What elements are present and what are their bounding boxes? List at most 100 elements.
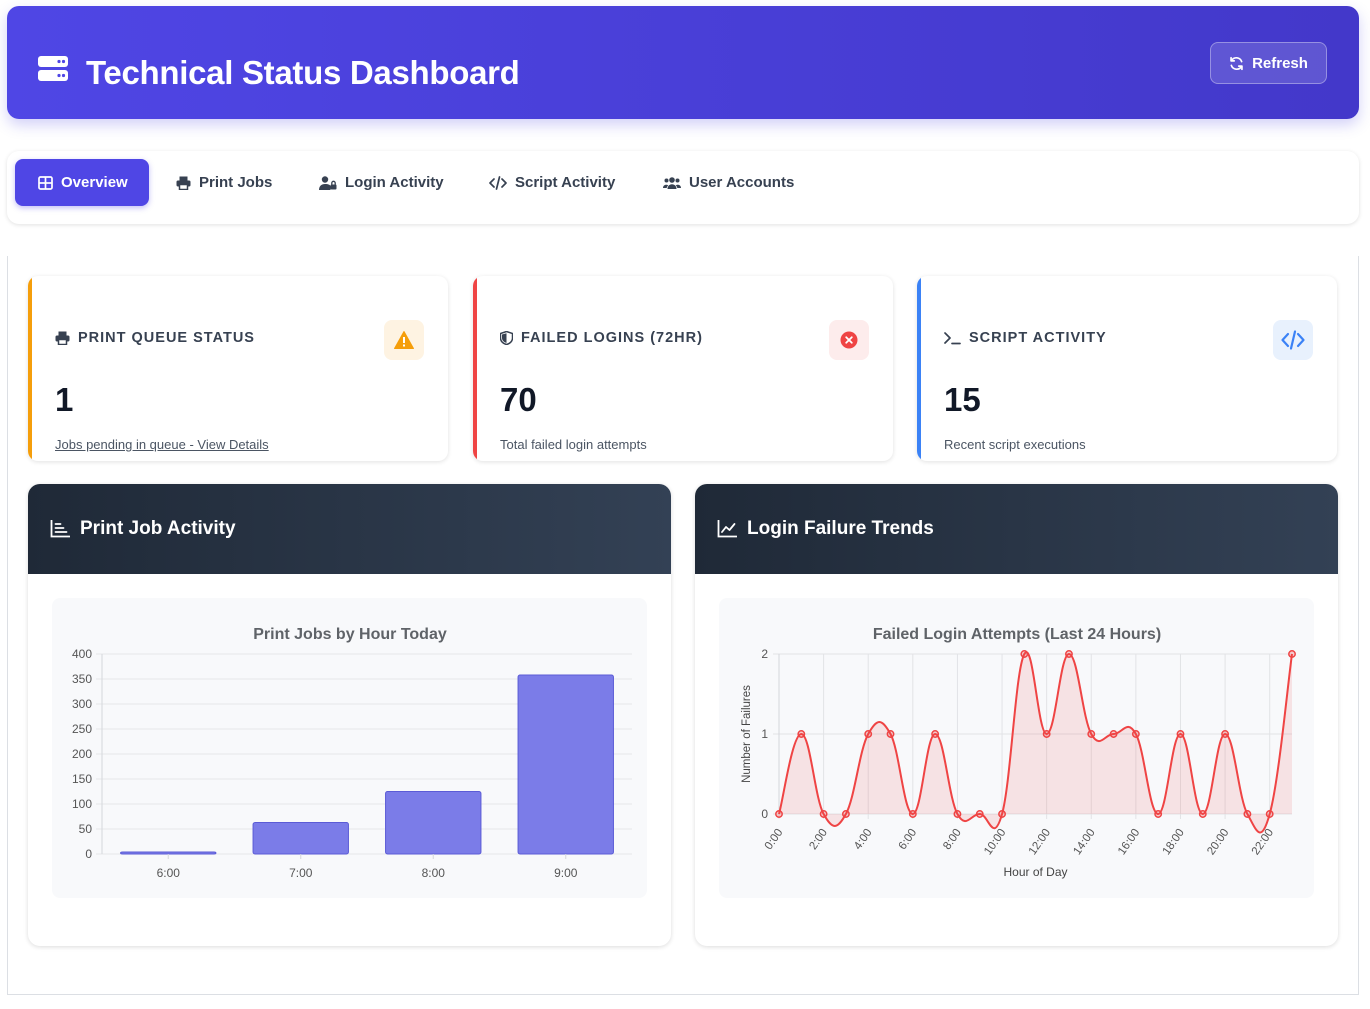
data-point: [1087, 730, 1096, 738]
warning-icon: [394, 331, 414, 349]
grid-icon: [38, 175, 53, 190]
x-tick-label: 20:00: [1205, 827, 1231, 857]
terminal-icon: [944, 332, 961, 345]
tab-label: Login Activity: [345, 174, 444, 191]
error-badge: [829, 320, 869, 360]
data-point: [1065, 650, 1073, 658]
x-tick-label: 8:00: [422, 866, 446, 880]
bar: [517, 674, 614, 855]
shield-icon: [500, 331, 513, 345]
y-tick-label: 350: [72, 672, 92, 686]
refresh-button[interactable]: Refresh: [1210, 42, 1327, 84]
tab-bar: Overview Print Jobs Login Activity Scrip…: [7, 151, 1359, 224]
refresh-icon: [1230, 56, 1243, 70]
data-point: [998, 810, 1006, 818]
refresh-label: Refresh: [1252, 54, 1308, 72]
bar: [385, 791, 482, 855]
line-chart-icon: [717, 520, 737, 538]
x-tick-label: 7:00: [289, 866, 313, 880]
code-icon: [1281, 330, 1305, 350]
print-queue-card: PRINT QUEUE STATUS 1 Jobs pending in que…: [28, 276, 448, 461]
accent-bar: [473, 276, 477, 461]
data-point: [1221, 730, 1230, 738]
panel-title: Login Failure Trends: [747, 518, 934, 539]
y-tick-label: 400: [72, 647, 92, 661]
series-area: [779, 652, 1292, 833]
data-point: [1154, 810, 1163, 818]
stat-description: Recent script executions: [944, 437, 1086, 452]
print-job-activity-panel: Print Job Activity Print Jobs by Hour To…: [28, 484, 671, 946]
y-tick-label: 200: [72, 747, 92, 761]
data-point: [1243, 810, 1252, 818]
stat-value: 15: [944, 381, 981, 418]
data-point: [1020, 650, 1029, 658]
tab-print-jobs[interactable]: Print Jobs: [176, 159, 272, 206]
view-details-link[interactable]: Jobs pending in queue - View Details: [55, 437, 269, 452]
card-title: SCRIPT ACTIVITY: [944, 330, 1107, 346]
y-tick-label: 1: [761, 727, 768, 741]
printer-icon: [55, 331, 70, 345]
failed-logins-line-chart: Failed Login Attempts (Last 24 Hours)012…: [741, 626, 1296, 879]
print-jobs-bar-chart: Print Jobs by Hour Today 0 50 100 150 200 250 3…: [72, 626, 632, 880]
y-tick-label: 100: [72, 797, 92, 811]
dashboard-header: Technical Status Dashboard Refresh: [7, 6, 1359, 119]
x-tick-label: 4:00: [852, 827, 875, 852]
error-circle-icon: [840, 331, 858, 349]
data-point: [1042, 730, 1051, 738]
stat-description: Total failed login attempts: [500, 437, 647, 452]
x-tick-label: 10:00: [982, 827, 1008, 857]
data-point: [819, 810, 828, 818]
x-tick-label: 16:00: [1116, 827, 1142, 857]
data-point: [953, 810, 962, 818]
page-title: Technical Status Dashboard: [86, 54, 520, 91]
data-point: [931, 730, 940, 738]
accent-bar: [917, 276, 921, 461]
panel-header: Login Failure Trends: [695, 484, 1338, 574]
x-tick-label: 2:00: [807, 827, 830, 852]
failed-logins-card: FAILED LOGINS (72HR) 70 Total failed log…: [473, 276, 893, 461]
tab-label: User Accounts: [689, 174, 795, 191]
tab-label: Overview: [61, 174, 128, 191]
bar: [252, 822, 349, 855]
data-point: [1288, 650, 1296, 658]
x-tick-label: 9:00: [554, 866, 578, 880]
tab-login-activity[interactable]: Login Activity: [319, 159, 444, 206]
script-activity-card: SCRIPT ACTIVITY 15 Recent script executi…: [917, 276, 1337, 461]
x-tick-label: 12:00: [1027, 827, 1053, 857]
card-title: FAILED LOGINS (72HR): [500, 330, 703, 346]
tab-overview[interactable]: Overview: [15, 159, 149, 206]
stat-value: 70: [500, 381, 537, 418]
card-title-text: FAILED LOGINS (72HR): [521, 330, 703, 346]
chart-container: Failed Login Attempts (Last 24 Hours) 0 1 2…: [719, 598, 1314, 898]
y-tick-label: 0: [761, 807, 768, 821]
bar: [120, 851, 217, 855]
x-tick-label: 0:00: [763, 827, 786, 852]
y-axis-title: Number of Failures: [741, 685, 753, 783]
x-tick-label: 6:00: [157, 866, 181, 880]
card-title-text: PRINT QUEUE STATUS: [78, 330, 255, 346]
code-icon: [489, 175, 507, 190]
data-point: [775, 810, 783, 818]
data-point: [1109, 730, 1118, 738]
data-point: [864, 730, 873, 738]
tab-label: Script Activity: [515, 174, 616, 191]
x-tick-label: 8:00: [941, 827, 964, 852]
tab-label: Print Jobs: [199, 174, 273, 191]
y-tick-label: 50: [79, 822, 93, 836]
printer-icon: [176, 176, 191, 190]
data-point: [1198, 810, 1207, 818]
data-point: [908, 810, 917, 818]
data-point: [975, 810, 984, 818]
data-point: [1176, 730, 1185, 738]
data-point: [886, 730, 895, 738]
x-tick-label: 6:00: [897, 827, 920, 852]
code-badge: [1273, 320, 1313, 360]
overview-panel: PRINT QUEUE STATUS 1 Jobs pending in que…: [7, 256, 1359, 995]
warning-badge: [384, 320, 424, 360]
card-title: PRINT QUEUE STATUS: [55, 330, 255, 346]
stat-value: 1: [55, 381, 74, 418]
chart-title: Failed Login Attempts (Last 24 Hours): [873, 626, 1161, 643]
tab-script-activity[interactable]: Script Activity: [489, 159, 615, 206]
y-tick-label: 150: [72, 772, 92, 786]
tab-user-accounts[interactable]: User Accounts: [663, 159, 794, 206]
